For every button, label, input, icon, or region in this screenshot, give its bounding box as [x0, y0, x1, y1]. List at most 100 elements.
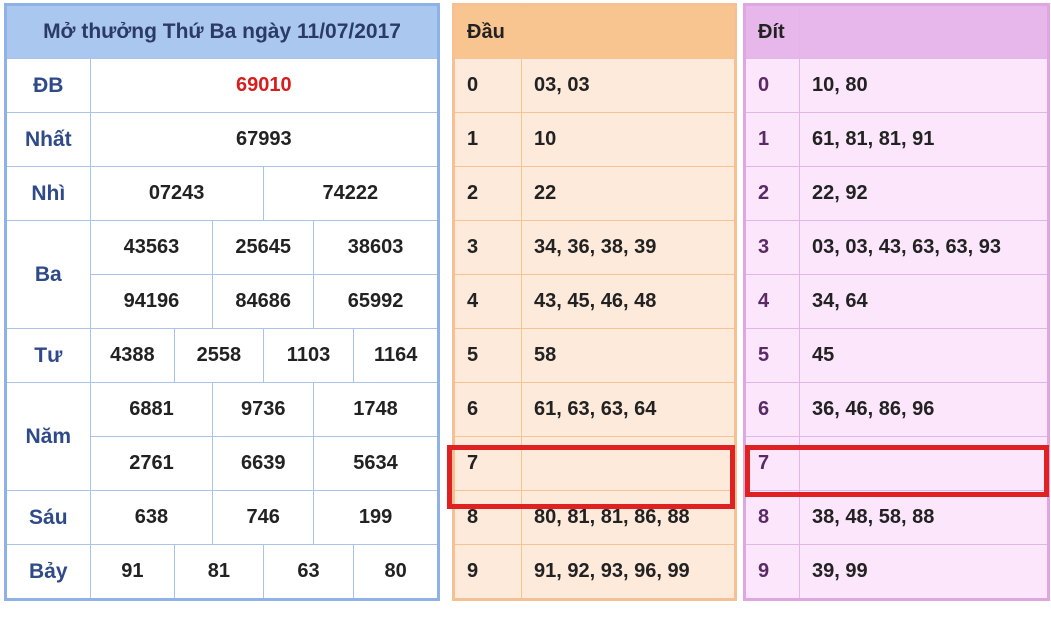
dau-digit: 5: [453, 328, 522, 383]
dit-values: 39, 99: [799, 544, 1049, 600]
dau-table: Đầu 0 03, 03 1 10 2 22 3 34, 36, 38, 39 4 43,…: [452, 3, 737, 601]
fourth-prize-number: 2558: [174, 328, 264, 383]
prize-label-sixth: Sáu: [5, 490, 91, 545]
third-prize-number: 84686: [212, 274, 315, 329]
dit-row: 3 03, 03, 43, 63, 63, 93: [744, 220, 1049, 275]
dit-values: 45: [799, 328, 1049, 383]
sixth-prize-number: 746: [212, 490, 315, 545]
third-prize-number: 65992: [313, 274, 439, 329]
prize-label-fifth: Năm: [5, 382, 91, 491]
dau-row: 1 10: [453, 112, 736, 167]
dit-row: 1 61, 81, 81, 91: [744, 112, 1049, 167]
dau-values: 22: [521, 166, 736, 221]
third-prize-number: 43563: [89, 220, 214, 275]
dit-header-blank: [799, 4, 1049, 59]
dau-digit: 0: [453, 58, 522, 113]
dit-digit: 6: [744, 382, 800, 437]
dau-row: 8 80, 81, 81, 86, 88: [453, 490, 736, 545]
dit-digit: 9: [744, 544, 800, 600]
dau-digit: 1: [453, 112, 522, 167]
dau-values: 34, 36, 38, 39: [521, 220, 736, 275]
dit-digit: 5: [744, 328, 800, 383]
prize-label-third: Ba: [5, 220, 91, 329]
dit-values: 38, 48, 58, 88: [799, 490, 1049, 545]
sixth-prize-number: 638: [89, 490, 214, 545]
seventh-prize-number: 81: [174, 544, 264, 600]
dau-row: 2 22: [453, 166, 736, 221]
fourth-prize-number: 4388: [89, 328, 176, 383]
dau-values: 91, 92, 93, 96, 99: [521, 544, 736, 600]
results-title: Mở thưởng Thứ Ba ngày 11/07/2017: [5, 4, 439, 59]
fourth-prize-number: 1103: [262, 328, 355, 383]
prize-label-second: Nhì: [5, 166, 91, 221]
dit-row: 5 45: [744, 328, 1049, 383]
dau-values: [521, 436, 736, 491]
dit-row: 2 22, 92: [744, 166, 1049, 221]
dau-row: 9 91, 92, 93, 96, 99: [453, 544, 736, 600]
dit-values: 03, 03, 43, 63, 63, 93: [799, 220, 1049, 275]
dau-values: 03, 03: [521, 58, 736, 113]
dit-digit: 3: [744, 220, 800, 275]
results-table: Mở thưởng Thứ Ba ngày 11/07/2017 ĐB 6901…: [4, 3, 440, 601]
dau-digit: 2: [453, 166, 522, 221]
dau-row: 0 03, 03: [453, 58, 736, 113]
dau-digit: 3: [453, 220, 522, 275]
fifth-prize-number: 2761: [89, 436, 214, 491]
fifth-prize-number: 6881: [89, 382, 214, 437]
dit-values: [799, 436, 1049, 491]
dit-header: Đít: [744, 4, 800, 59]
dau-digit: 9: [453, 544, 522, 600]
dit-digit: 2: [744, 166, 800, 221]
dit-values: 36, 46, 86, 96: [799, 382, 1049, 437]
dau-values: 10: [521, 112, 736, 167]
prize-label-fourth: Tư: [5, 328, 91, 383]
dit-row: 9 39, 99: [744, 544, 1049, 600]
dit-row: 7: [744, 436, 1049, 491]
prize-label-first: Nhất: [5, 112, 91, 167]
seventh-prize-number: 80: [353, 544, 439, 600]
dit-digit: 4: [744, 274, 800, 329]
dau-row: 5 58: [453, 328, 736, 383]
dau-row: 6 61, 63, 63, 64: [453, 382, 736, 437]
third-prize-number: 38603: [313, 220, 439, 275]
dit-row: 0 10, 80: [744, 58, 1049, 113]
fifth-prize-number: 6639: [212, 436, 315, 491]
dau-row: 4 43, 45, 46, 48: [453, 274, 736, 329]
dit-table: Đít 0 10, 80 1 61, 81, 81, 91 2 22, 92 3 03,…: [743, 3, 1050, 601]
seventh-prize-number: 63: [262, 544, 355, 600]
dit-values: 10, 80: [799, 58, 1049, 113]
dau-values: 80, 81, 81, 86, 88: [521, 490, 736, 545]
dit-values: 61, 81, 81, 91: [799, 112, 1049, 167]
prize-label-special: ĐB: [5, 58, 91, 113]
dit-row: 6 36, 46, 86, 96: [744, 382, 1049, 437]
sixth-prize-number: 199: [313, 490, 439, 545]
dit-digit: 1: [744, 112, 800, 167]
first-prize-number: 67993: [89, 112, 440, 167]
dau-digit: 7: [453, 436, 522, 491]
seventh-prize-number: 91: [89, 544, 176, 600]
dau-values: 43, 45, 46, 48: [521, 274, 736, 329]
second-prize-number: 74222: [262, 166, 440, 221]
fifth-prize-number: 1748: [313, 382, 439, 437]
dit-row: 4 34, 64: [744, 274, 1049, 329]
dau-header-blank: [521, 4, 736, 59]
dau-row: 7: [453, 436, 736, 491]
fifth-prize-number: 5634: [313, 436, 439, 491]
third-prize-number: 25645: [212, 220, 315, 275]
dau-values: 61, 63, 63, 64: [521, 382, 736, 437]
dit-values: 34, 64: [799, 274, 1049, 329]
dit-digit: 7: [744, 436, 800, 491]
dau-row: 3 34, 36, 38, 39: [453, 220, 736, 275]
dit-values: 22, 92: [799, 166, 1049, 221]
dit-digit: 0: [744, 58, 800, 113]
dau-digit: 6: [453, 382, 522, 437]
special-prize-number: 69010: [89, 58, 440, 113]
fifth-prize-number: 9736: [212, 382, 315, 437]
third-prize-number: 94196: [89, 274, 214, 329]
dau-header: Đầu: [453, 4, 522, 59]
dau-values: 58: [521, 328, 736, 383]
dit-row: 8 38, 48, 58, 88: [744, 490, 1049, 545]
dau-digit: 4: [453, 274, 522, 329]
dit-digit: 8: [744, 490, 800, 545]
dau-digit: 8: [453, 490, 522, 545]
